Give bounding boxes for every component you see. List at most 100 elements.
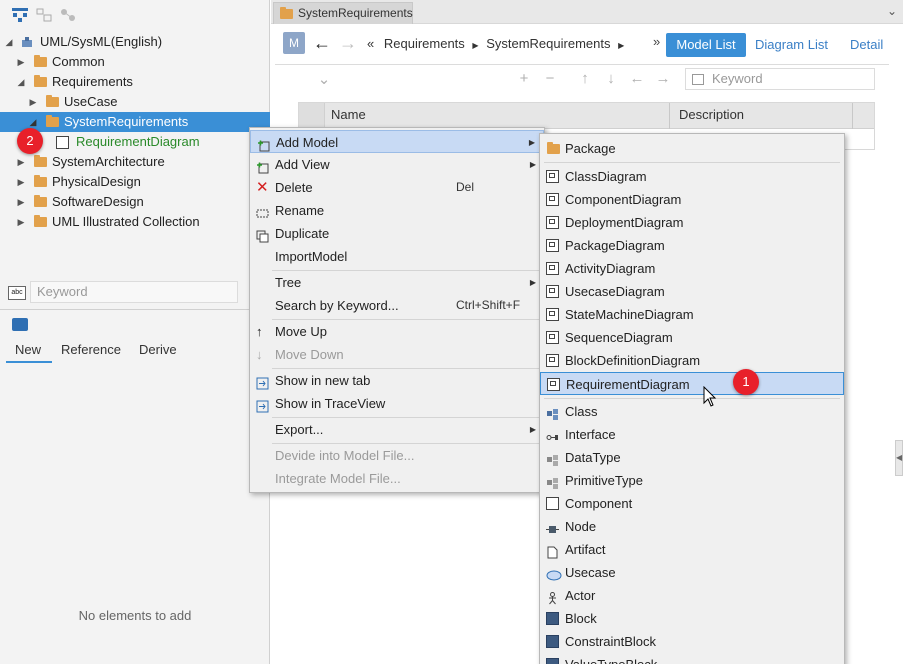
chevron-down-icon[interactable]: ⌄: [315, 70, 333, 88]
submenu-constraintblock[interactable]: ConstraintBlock: [540, 630, 844, 653]
submenu-sequencediagram[interactable]: SequenceDiagram: [540, 326, 844, 349]
tab-derive[interactable]: Derive: [139, 340, 177, 362]
submenu-requirementdiagram[interactable]: RequirementDiagram: [540, 372, 844, 395]
tree-root[interactable]: ◢ UML/SysML(English): [0, 32, 270, 52]
submenu-package[interactable]: Package: [540, 137, 844, 160]
menu-label: Duplicate: [275, 226, 330, 241]
column-resizer[interactable]: [852, 103, 853, 129]
submenu-componentdiagram[interactable]: ComponentDiagram: [540, 188, 844, 211]
submenu-statemachinediagram[interactable]: StateMachineDiagram: [540, 303, 844, 326]
menu-show-in-new-tab[interactable]: Show in new tab: [250, 369, 544, 392]
column-header-description[interactable]: Description: [679, 107, 744, 122]
state-machine-diagram-icon: [546, 308, 559, 321]
tree-view-icon[interactable]: [12, 8, 28, 22]
tree-item-softwaredesign[interactable]: ▶ SoftwareDesign: [0, 192, 270, 212]
diagram-list-button[interactable]: Diagram List: [755, 33, 828, 57]
breadcrumb-item[interactable]: SystemRequirements: [486, 36, 610, 51]
move-down-icon[interactable]: ↓: [602, 70, 620, 87]
tree-item-usecase[interactable]: ▶ UseCase: [0, 92, 270, 112]
move-up-icon[interactable]: ↑: [576, 70, 594, 87]
model-list-button[interactable]: Model List: [666, 33, 746, 57]
menu-rename[interactable]: Rename: [250, 199, 544, 222]
submenu-datatype[interactable]: DataType: [540, 446, 844, 469]
collapsed-arrow-icon[interactable]: ▶: [16, 172, 26, 192]
move-left-icon[interactable]: ←: [628, 70, 646, 87]
remove-icon[interactable]: −: [541, 70, 559, 87]
submenu-block[interactable]: Block: [540, 607, 844, 630]
add-icon[interactable]: +: [515, 70, 533, 87]
menu-move-down[interactable]: ↓ Move Down: [250, 343, 544, 366]
collapsed-arrow-icon[interactable]: ▶: [16, 212, 26, 232]
tree-label: SystemArchitecture: [52, 154, 165, 169]
chevron-down-icon[interactable]: ⌄: [887, 4, 897, 18]
menu-devide-into-model-file[interactable]: Devide into Model File...: [250, 444, 544, 467]
submenu-primitivetype[interactable]: PrimitiveType: [540, 469, 844, 492]
breadcrumb-more[interactable]: »: [653, 34, 660, 49]
model-badge[interactable]: M: [283, 32, 305, 54]
hierarchy-icon[interactable]: [36, 8, 52, 22]
context-menu: Add Model ▶ Add View ▶ ✕ Delete Del Rena…: [249, 127, 545, 493]
menu-tree[interactable]: Tree ▶: [250, 271, 544, 294]
menu-move-up[interactable]: ↑ Move Up: [250, 320, 544, 343]
add-model-icon: [257, 136, 270, 152]
submenu-deploymentdiagram[interactable]: DeploymentDiagram: [540, 211, 844, 234]
submenu-usecase[interactable]: Usecase: [540, 561, 844, 584]
submenu-blockdefinitiondiagram[interactable]: BlockDefinitionDiagram: [540, 349, 844, 372]
menu-import-model[interactable]: ImportModel: [250, 245, 544, 268]
menu-add-model[interactable]: Add Model ▶: [250, 130, 544, 153]
collapsed-arrow-icon[interactable]: ▶: [16, 192, 26, 212]
column-header-name[interactable]: Name: [331, 107, 366, 122]
collapsed-arrow-icon[interactable]: ▶: [16, 152, 26, 172]
expand-arrow-icon[interactable]: ◢: [4, 32, 14, 52]
submenu-valuetypeblock[interactable]: ValueTypeBlock: [540, 653, 844, 664]
submenu-usecasediagram[interactable]: UsecaseDiagram: [540, 280, 844, 303]
back-arrow-icon[interactable]: ←: [313, 32, 331, 54]
tab-systemrequirements[interactable]: SystemRequirements: [273, 2, 413, 24]
column-resizer[interactable]: [669, 103, 670, 129]
submenu-label: StateMachineDiagram: [565, 307, 694, 322]
tree-item-systemrequirements[interactable]: ◢ SystemRequirements: [0, 112, 270, 132]
tree-item-requirements[interactable]: ◢ Requirements: [0, 72, 270, 92]
submenu-packagediagram[interactable]: PackageDiagram: [540, 234, 844, 257]
collapsed-arrow-icon[interactable]: ▶: [28, 92, 38, 112]
menu-duplicate[interactable]: Duplicate: [250, 222, 544, 245]
tree-item-physicaldesign[interactable]: ▶ PhysicalDesign: [0, 172, 270, 192]
list-search-input[interactable]: Keyword: [685, 68, 875, 90]
relation-icon[interactable]: [60, 8, 76, 22]
tab-new[interactable]: New: [15, 340, 41, 362]
menu-label: Show in TraceView: [275, 396, 386, 411]
breadcrumb-prefix[interactable]: «: [367, 36, 374, 51]
submenu-component[interactable]: Component: [540, 492, 844, 515]
submenu-class[interactable]: Class: [540, 400, 844, 423]
move-right-icon[interactable]: →: [654, 70, 672, 87]
tab-reference[interactable]: Reference: [61, 340, 121, 362]
menu-export[interactable]: Export... ▶: [250, 418, 544, 441]
breadcrumb-item[interactable]: Requirements: [384, 36, 465, 51]
collapse-panel-handle[interactable]: ◀: [895, 440, 903, 476]
collapsed-arrow-icon[interactable]: ▶: [16, 52, 26, 72]
menu-label: ImportModel: [275, 249, 348, 264]
menu-add-view[interactable]: Add View ▶: [250, 153, 544, 176]
detail-button[interactable]: Detail: [850, 33, 883, 57]
breadcrumb-separator-icon: ▶: [618, 41, 625, 50]
submenu-arrow-icon: ▶: [529, 425, 536, 434]
tree-item-common[interactable]: ▶ Common: [0, 52, 270, 72]
tab-label: SystemRequirements: [298, 6, 413, 20]
tree-item-systemarchitecture[interactable]: ▶ SystemArchitecture: [0, 152, 270, 172]
submenu-actor[interactable]: Actor: [540, 584, 844, 607]
tree-search-input[interactable]: Keyword: [30, 281, 238, 303]
submenu-node[interactable]: Node: [540, 515, 844, 538]
tree-item-uml-illustrated[interactable]: ▶ UML Illustrated Collection: [0, 212, 270, 232]
submenu-activitydiagram[interactable]: ActivityDiagram: [540, 257, 844, 280]
node-icon: [546, 520, 559, 533]
menu-search-by-keyword[interactable]: Search by Keyword... Ctrl+Shift+F: [250, 294, 544, 317]
menu-integrate-model-file[interactable]: Integrate Model File...: [250, 467, 544, 490]
menu-show-in-traceview[interactable]: Show in TraceView: [250, 392, 544, 415]
menu-delete[interactable]: ✕ Delete Del: [250, 176, 544, 199]
submenu-interface[interactable]: Interface: [540, 423, 844, 446]
forward-arrow-icon[interactable]: →: [339, 32, 357, 54]
expand-arrow-icon[interactable]: ◢: [16, 72, 26, 92]
submenu-classdiagram[interactable]: ClassDiagram: [540, 165, 844, 188]
submenu-artifact[interactable]: Artifact: [540, 538, 844, 561]
component-diagram-icon: [546, 193, 559, 206]
